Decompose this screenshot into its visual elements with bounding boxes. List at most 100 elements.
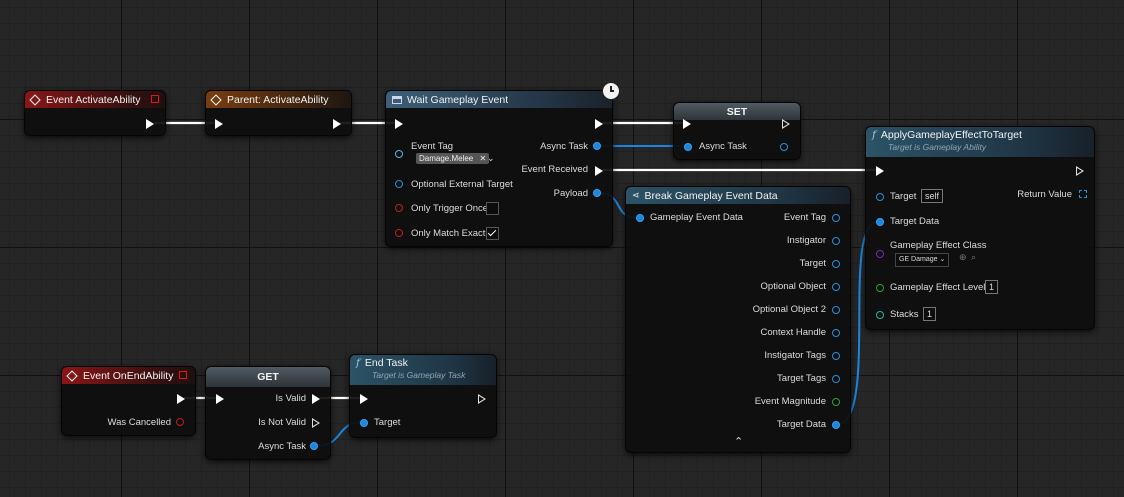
break-output-label: Target Tags — [777, 373, 826, 384]
latent-clock-icon — [602, 82, 620, 100]
node-header[interactable]: ⋖ Break Gameplay Event Data — [626, 187, 850, 204]
exec-out-pin[interactable] — [177, 394, 185, 404]
event-received-exec-pin[interactable] — [595, 166, 603, 176]
browse-asset-icon[interactable]: ⌕ — [971, 252, 976, 263]
async-task-out-pin[interactable] — [310, 442, 318, 450]
break-output-pin[interactable] — [832, 214, 840, 222]
node-header[interactable]: Wait Gameplay Event — [386, 91, 612, 108]
stacks-label: Stacks — [890, 309, 919, 320]
effect-class-pin[interactable] — [876, 250, 884, 258]
break-gameplay-event-data-node[interactable]: ⋖ Break Gameplay Event Data Gameplay Eve… — [625, 186, 851, 453]
target-in-pin[interactable] — [360, 419, 368, 427]
event-icon — [29, 93, 41, 106]
exec-out-pin[interactable] — [595, 119, 603, 129]
node-title: Break Gameplay Event Data — [644, 189, 778, 202]
exec-in-pin[interactable] — [215, 119, 223, 129]
trigger-once-pin[interactable] — [395, 204, 403, 212]
break-output-pin[interactable] — [832, 375, 840, 383]
collapse-chevron-icon[interactable]: ⌃ — [734, 435, 743, 448]
node-title: End Task — [364, 357, 408, 369]
set-variable-node[interactable]: SET Async Task — [673, 102, 801, 160]
effect-class-label: Gameplay Effect Class — [890, 240, 987, 251]
break-output-pin[interactable] — [832, 421, 840, 429]
stacks-pin[interactable] — [876, 311, 884, 319]
gameplay-event-data-in-pin[interactable] — [636, 214, 644, 222]
gameplay-event-data-label: Gameplay Event Data — [650, 212, 743, 223]
break-output-label: Target — [799, 258, 826, 269]
is-not-valid-exec-pin[interactable] — [312, 418, 320, 428]
exec-out-pin[interactable] — [478, 394, 486, 404]
optional-target-label: Optional External Target — [411, 179, 513, 190]
delegate-pin-icon[interactable] — [179, 371, 187, 379]
exec-out-pin[interactable] — [782, 119, 790, 129]
tag-dropdown-icon[interactable]: ⌄ — [487, 153, 495, 164]
parent-activate-ability-node[interactable]: Parent: ActivateAbility — [205, 90, 352, 136]
effect-level-pin[interactable] — [876, 284, 884, 292]
function-icon: f — [356, 357, 360, 369]
exec-out-pin[interactable] — [146, 119, 154, 129]
is-valid-exec-pin[interactable] — [312, 394, 320, 404]
break-output-pin[interactable] — [832, 237, 840, 245]
exec-in-pin[interactable] — [395, 119, 403, 129]
optional-target-pin[interactable] — [395, 180, 403, 188]
get-validated-node[interactable]: GET Is Valid Is Not Valid Async Task — [205, 366, 331, 460]
end-task-node[interactable]: f End Task Target is Gameplay Task Targe… — [349, 354, 497, 438]
use-asset-icon[interactable]: ⊕ — [959, 252, 967, 263]
target-pin[interactable] — [876, 193, 884, 201]
async-task-in-pin[interactable] — [684, 143, 692, 151]
match-exact-pin[interactable] — [395, 229, 403, 237]
event-on-end-ability-node[interactable]: Event OnEndAbility Was Cancelled — [61, 366, 196, 436]
break-output-label: Instigator Tags — [764, 350, 826, 361]
match-exact-checkbox[interactable] — [486, 227, 499, 240]
event-tag-value: Damage.Melee — [419, 154, 474, 163]
trigger-once-checkbox[interactable] — [486, 202, 499, 215]
event-tag-chip[interactable]: Damage.Melee ✕ — [416, 153, 490, 164]
match-exact-label: Only Match Exact — [411, 228, 486, 239]
break-output-pin[interactable] — [832, 329, 840, 337]
break-output-label: Instigator — [786, 235, 826, 246]
remove-tag-icon[interactable]: ✕ — [479, 154, 486, 163]
target-data-pin[interactable] — [876, 218, 884, 226]
stacks-field[interactable]: 1 — [923, 307, 937, 321]
target-self-field[interactable]: self — [921, 189, 944, 203]
exec-in-pin[interactable] — [876, 166, 884, 176]
async-task-out-pin[interactable] — [593, 142, 601, 150]
node-header[interactable]: SET — [674, 103, 800, 120]
effect-level-field[interactable]: 1 — [985, 280, 999, 294]
node-title: Wait Gameplay Event — [407, 93, 509, 106]
event-activate-ability-node[interactable]: Event ActivateAbility — [24, 90, 166, 136]
break-output-pin[interactable] — [832, 260, 840, 268]
event-tag-pin[interactable] — [395, 150, 403, 158]
node-header[interactable]: Event OnEndAbility — [62, 367, 195, 384]
node-header[interactable]: GET — [206, 367, 330, 387]
target-label: Target — [890, 191, 917, 202]
return-value-pin[interactable] — [1079, 190, 1087, 198]
break-output-pin[interactable] — [832, 352, 840, 360]
apply-gameplay-effect-node[interactable]: f ApplyGameplayEffectToTarget Target is … — [865, 126, 1095, 330]
node-header[interactable]: Event ActivateAbility — [25, 91, 165, 108]
exec-in-pin[interactable] — [216, 394, 224, 404]
was-cancelled-pin[interactable] — [176, 418, 184, 426]
break-output-pin[interactable] — [832, 283, 840, 291]
wait-gameplay-event-node[interactable]: Wait Gameplay Event Event Tag Damage.Mel… — [385, 90, 613, 247]
node-subtitle: Target is Gameplay Task — [372, 370, 466, 380]
node-header[interactable]: f ApplyGameplayEffectToTarget Target is … — [866, 127, 1094, 157]
event-icon — [210, 93, 222, 106]
payload-out-pin[interactable] — [593, 189, 601, 197]
is-not-valid-label: Is Not Valid — [258, 417, 306, 428]
exec-in-pin[interactable] — [360, 394, 368, 404]
effect-class-select[interactable]: GE Damage ⌄ — [895, 253, 950, 267]
break-output-label: Event Tag — [783, 212, 826, 223]
trigger-once-label: Only Trigger Once — [411, 203, 489, 214]
async-task-out-pin[interactable] — [780, 143, 788, 151]
exec-in-pin[interactable] — [683, 119, 691, 129]
is-valid-label: Is Valid — [275, 393, 306, 404]
exec-out-pin[interactable] — [1076, 166, 1084, 176]
delegate-pin-icon[interactable] — [151, 95, 159, 103]
exec-out-pin[interactable] — [333, 119, 341, 129]
node-header[interactable]: Parent: ActivateAbility — [206, 91, 351, 108]
break-output-pin[interactable] — [832, 306, 840, 314]
break-output-pin[interactable] — [832, 398, 840, 406]
node-header[interactable]: f End Task Target is Gameplay Task — [350, 355, 496, 385]
node-subtitle: Target is Gameplay Ability — [888, 142, 987, 152]
